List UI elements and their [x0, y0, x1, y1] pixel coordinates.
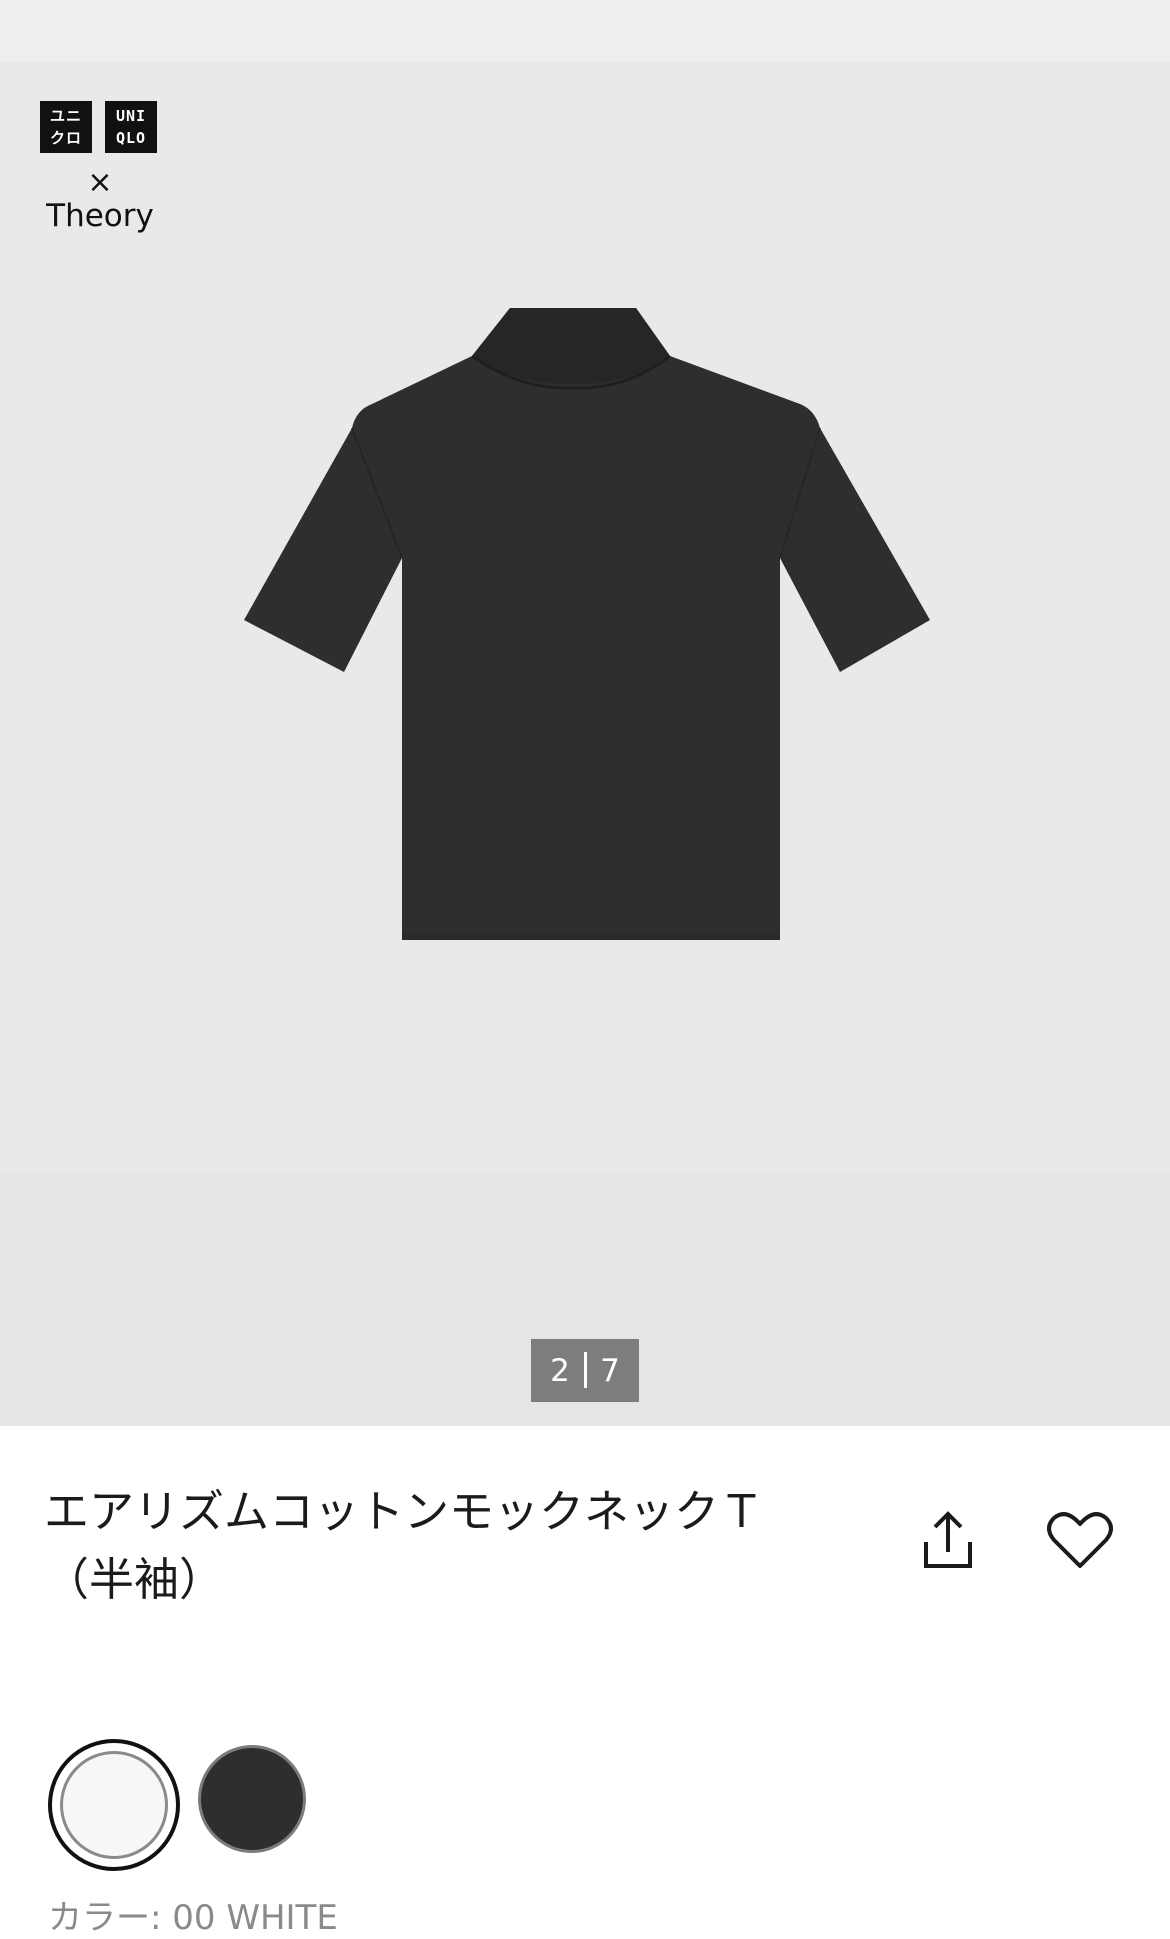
pager-current: 2	[550, 1353, 570, 1389]
tshirt-image[interactable]	[240, 300, 930, 940]
product-title: エアリズムコットンモックネックＴ（半袖）	[44, 1485, 765, 1606]
gallery-pager: 2 7	[531, 1339, 639, 1402]
share-button[interactable]	[908, 1500, 988, 1580]
pager-total: 7	[600, 1353, 620, 1389]
uniqlo-logo-latin: UNI QLO	[105, 101, 157, 153]
pager-divider	[584, 1352, 587, 1388]
favorite-button[interactable]	[1040, 1500, 1120, 1580]
heart-icon	[1047, 1512, 1113, 1568]
top-strip	[0, 0, 1170, 62]
tshirt-body	[244, 308, 930, 934]
collab-x-symbol: ×	[87, 165, 113, 200]
color-swatch-white[interactable]	[48, 1739, 180, 1871]
color-swatch-black[interactable]	[198, 1745, 306, 1853]
selected-color-label: カラー: 00 WHITE	[48, 1898, 338, 1938]
collab-partner-name: Theory	[46, 198, 154, 234]
share-icon	[924, 1511, 972, 1568]
swatch-white-fill	[60, 1751, 168, 1859]
uniqlo-logo-katakana: ユニ クロ	[40, 101, 92, 153]
